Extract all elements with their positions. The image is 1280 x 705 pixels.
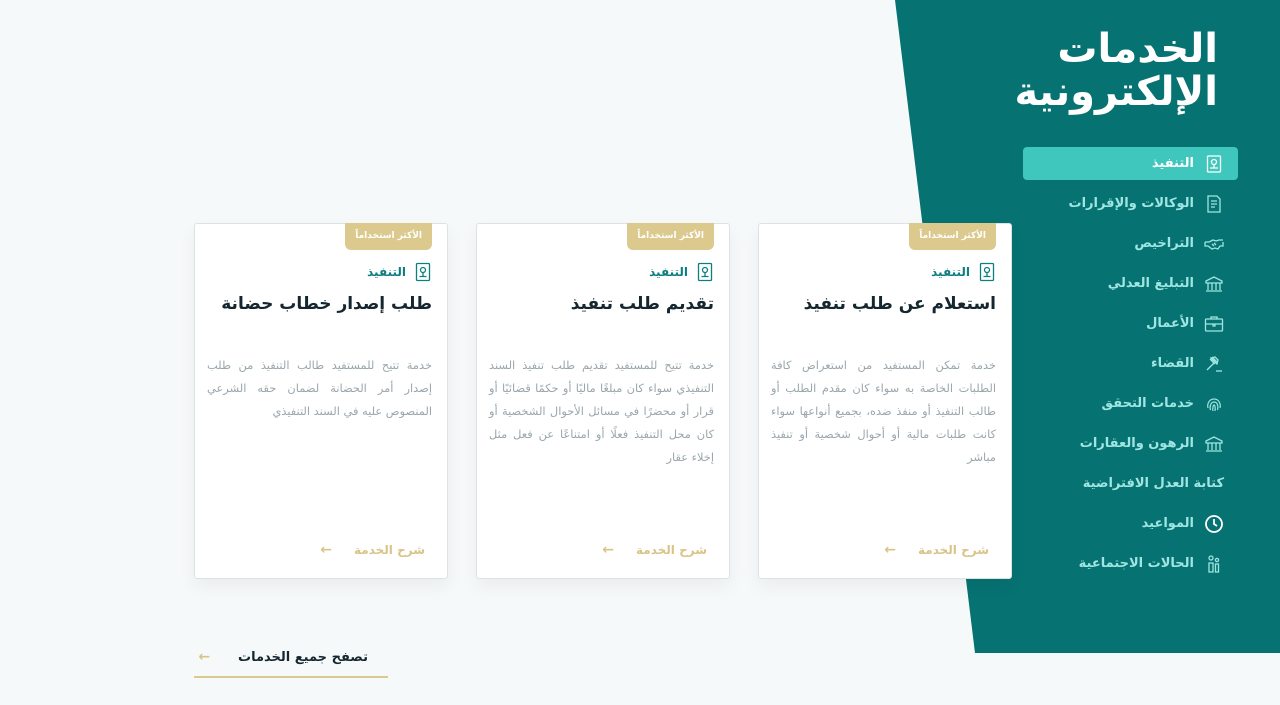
nav-item-virtual-notary[interactable]: كتابة العدل الافتراضية bbox=[1023, 467, 1238, 500]
most-used-badge: الأكثر استخداماً bbox=[909, 223, 996, 250]
service-card[interactable]: الأكثر استخداماً التنفيذ تقديم طلب تنفيذ… bbox=[476, 223, 730, 579]
card-title: تقديم طلب تنفيذ bbox=[570, 294, 714, 314]
nav-item-judicial-notice[interactable]: التبليغ العدلي bbox=[1023, 267, 1238, 300]
nav-item-label: خدمات التحقق bbox=[1101, 396, 1195, 411]
fingerprint-icon bbox=[1204, 394, 1224, 414]
nav-item-label: كتابة العدل الافتراضية bbox=[1082, 476, 1224, 491]
nav-item-mortgages[interactable]: الرهون والعقارات bbox=[1023, 427, 1238, 460]
browse-all-label: تصفح جميع الخدمات bbox=[238, 649, 368, 665]
service-card[interactable]: الأكثر استخداماً التنفيذ طلب إصدار خطاب … bbox=[194, 223, 448, 579]
card-description: خدمة تتيح للمستفيد طالب التنفيذ من طلب إ… bbox=[207, 358, 432, 418]
nav-item-business[interactable]: الأعمال bbox=[1023, 307, 1238, 340]
nav-item-label: المواعيد bbox=[1141, 516, 1194, 531]
card-category-label: التنفيذ bbox=[931, 265, 970, 279]
arrow-left-icon: ← bbox=[884, 542, 896, 558]
nav-item-licenses[interactable]: التراخيص bbox=[1023, 227, 1238, 260]
nav-item-label: التبليغ العدلي bbox=[1107, 276, 1194, 291]
family-icon bbox=[1204, 554, 1224, 574]
most-used-badge: الأكثر استخداماً bbox=[627, 223, 714, 250]
nav-item-label: التنفيذ bbox=[1151, 156, 1194, 171]
page-title-line2: الإلكترونية bbox=[1014, 69, 1218, 115]
card-category: التنفيذ bbox=[367, 262, 432, 282]
nav-item-label: التراخيص bbox=[1134, 236, 1194, 251]
nav-item-agencies[interactable]: الوكالات والإقرارات bbox=[1023, 187, 1238, 220]
nav-item-verification[interactable]: خدمات التحقق bbox=[1023, 387, 1238, 420]
services-category-nav: التنفيذ الوكالات والإقرارات التراخيص الت… bbox=[1023, 147, 1238, 587]
card-title: استعلام عن طلب تنفيذ bbox=[803, 294, 996, 314]
browse-all-services-button[interactable]: تصفح جميع الخدمات ← bbox=[194, 638, 388, 678]
card-category: التنفيذ bbox=[931, 262, 996, 282]
nav-item-appointments[interactable]: المواعيد bbox=[1023, 507, 1238, 540]
service-explanation-link[interactable]: شرح الخدمة ← bbox=[884, 542, 989, 558]
most-used-badge: الأكثر استخداماً bbox=[345, 223, 432, 250]
page-title: الخدمات الإلكترونية bbox=[978, 28, 1218, 114]
card-description: خدمة تتيح للمستفيد تقديم طلب تنفيذ السند… bbox=[489, 358, 714, 464]
service-card[interactable]: الأكثر استخداماً التنفيذ استعلام عن طلب … bbox=[758, 223, 1012, 579]
building-icon bbox=[1204, 434, 1224, 454]
nav-item-label: الرهون والعقارات bbox=[1079, 436, 1194, 451]
service-explanation-link[interactable]: شرح الخدمة ← bbox=[602, 542, 707, 558]
arrow-left-icon: ← bbox=[198, 649, 211, 665]
service-explanation-label: شرح الخدمة bbox=[354, 543, 425, 557]
briefcase-icon bbox=[1204, 314, 1224, 334]
card-description: خدمة تمكن المستفيد من استعراض كافة الطلب… bbox=[771, 358, 996, 464]
clock-icon bbox=[1204, 514, 1224, 534]
card-category-label: التنفيذ bbox=[649, 265, 688, 279]
card-title: طلب إصدار خطاب حضانة bbox=[221, 294, 432, 314]
nav-item-label: الأعمال bbox=[1146, 316, 1194, 331]
handshake-icon bbox=[1204, 234, 1224, 254]
nav-item-execution[interactable]: التنفيذ bbox=[1023, 147, 1238, 180]
document-icon bbox=[415, 262, 431, 282]
nav-item-label: القضاء bbox=[1150, 356, 1194, 371]
arrow-left-icon: ← bbox=[320, 542, 332, 558]
service-explanation-label: شرح الخدمة bbox=[636, 543, 707, 557]
document-icon bbox=[1204, 154, 1224, 174]
building-icon bbox=[1204, 274, 1224, 294]
form-icon bbox=[1204, 194, 1224, 214]
card-category-label: التنفيذ bbox=[367, 265, 406, 279]
document-icon bbox=[979, 262, 995, 282]
nav-item-label: الحالات الاجتماعية bbox=[1078, 556, 1194, 571]
nav-item-label: الوكالات والإقرارات bbox=[1068, 196, 1194, 211]
page-title-line1: الخدمات bbox=[1057, 26, 1218, 72]
document-icon bbox=[697, 262, 713, 282]
arrow-left-icon: ← bbox=[602, 542, 614, 558]
service-explanation-link[interactable]: شرح الخدمة ← bbox=[320, 542, 425, 558]
service-explanation-label: شرح الخدمة bbox=[918, 543, 989, 557]
gavel-icon bbox=[1204, 354, 1224, 374]
nav-item-social-status[interactable]: الحالات الاجتماعية bbox=[1023, 547, 1238, 580]
card-category: التنفيذ bbox=[649, 262, 714, 282]
nav-item-judiciary[interactable]: القضاء bbox=[1023, 347, 1238, 380]
